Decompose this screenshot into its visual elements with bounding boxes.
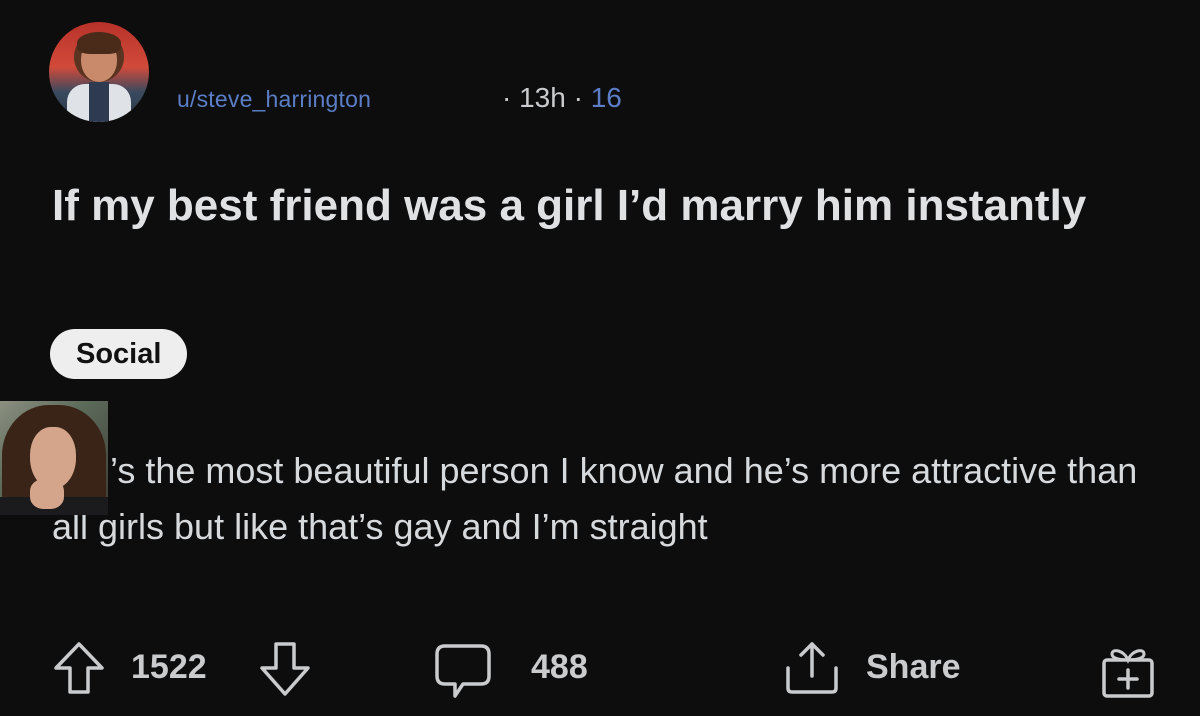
meta-separator: · <box>502 82 512 113</box>
post-flair[interactable]: Social <box>50 329 188 379</box>
share-label-wrap[interactable]: Share <box>866 648 961 687</box>
award-button[interactable] <box>1098 642 1158 700</box>
post-age: 13h <box>519 82 566 113</box>
post-meta: · 13h · 16 <box>502 82 622 114</box>
inset-hand <box>30 479 64 509</box>
action-bar: 1522 488 Share <box>0 640 1200 700</box>
user-avatar[interactable] <box>49 22 149 122</box>
meta-count: 16 <box>590 82 622 113</box>
avatar-collar <box>89 82 109 122</box>
username-link[interactable]: u/steve_harrington <box>177 86 371 113</box>
gift-icon <box>1102 649 1154 698</box>
comment-count[interactable]: 488 <box>531 648 588 687</box>
vote-score: 1522 <box>131 648 207 687</box>
share-button[interactable] <box>782 640 842 698</box>
upvote-button[interactable] <box>52 640 106 696</box>
arrow-down-icon <box>260 642 310 696</box>
post-title[interactable]: If my best friend was a girl I’d marry h… <box>52 178 1152 234</box>
post-body: ’s the most beautiful person I know and … <box>52 443 1172 555</box>
downvote-button[interactable] <box>258 640 312 698</box>
avatar-hair <box>77 32 121 54</box>
share-icon <box>786 642 838 694</box>
arrow-up-icon <box>54 642 104 694</box>
comment-bubble-icon <box>435 644 491 698</box>
post-body-text: ’s the most beautiful person I know and … <box>52 450 1138 547</box>
meta-separator: · <box>573 82 583 113</box>
vote-score-label: 1522 <box>131 648 207 686</box>
comments-button[interactable] <box>433 642 493 700</box>
share-label: Share <box>866 648 961 686</box>
comment-count-label: 488 <box>531 648 588 686</box>
inset-photo <box>0 401 108 515</box>
